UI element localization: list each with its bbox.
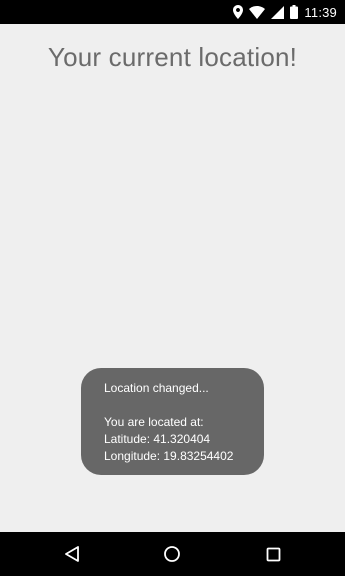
location-toast: Location changed... You are located at: … xyxy=(81,368,264,475)
status-bar: 11:39 xyxy=(0,0,345,24)
toast-line-latitude: Latitude: 41.320404 xyxy=(104,432,211,446)
location-icon xyxy=(233,5,244,19)
status-icons: 11:39 xyxy=(233,0,337,24)
phone-screen: 11:39 Your current location! Location ch… xyxy=(0,0,345,576)
recents-button[interactable] xyxy=(243,532,303,576)
signal-icon xyxy=(271,5,285,19)
toast-line-status: Location changed... xyxy=(104,381,209,395)
toast-line-located: You are located at: xyxy=(104,415,204,429)
recents-icon xyxy=(266,547,280,561)
toast-line-longitude: Longitude: 19.83254402 xyxy=(104,449,234,463)
main-content: Your current location! Location changed.… xyxy=(0,24,345,532)
home-icon xyxy=(164,546,180,562)
home-button[interactable] xyxy=(142,532,202,576)
status-time: 11:39 xyxy=(304,4,337,20)
back-icon xyxy=(65,546,79,562)
battery-icon xyxy=(290,5,299,19)
wifi-icon xyxy=(249,5,266,19)
back-button[interactable] xyxy=(42,532,102,576)
toast-spacer xyxy=(104,397,254,414)
navigation-bar xyxy=(0,532,345,576)
page-title: Your current location! xyxy=(47,42,298,72)
